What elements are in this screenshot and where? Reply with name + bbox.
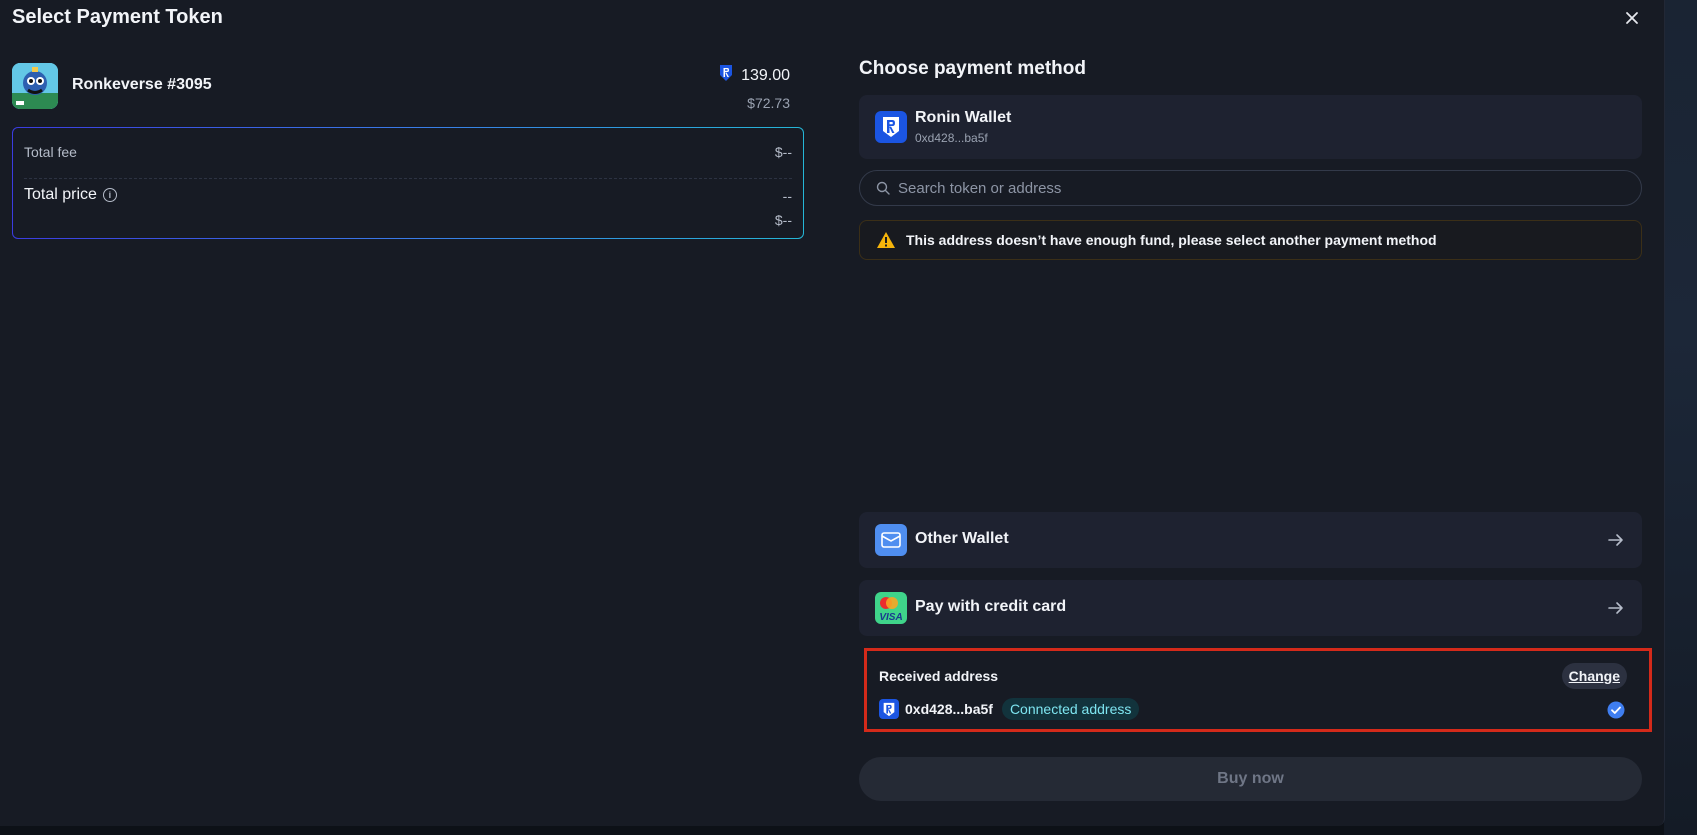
search-icon — [876, 181, 890, 195]
arrow-right-icon — [1606, 530, 1626, 550]
price-token-value: 139.00 — [741, 66, 790, 84]
total-price-value: -- — [782, 188, 792, 204]
item-name: Ronkeverse #3095 — [72, 76, 212, 93]
arrow-right-icon — [1606, 598, 1626, 618]
insufficient-fund-warning: This address doesn’t have enough fund, p… — [859, 220, 1642, 260]
received-address-section: Received address Change 0xd428...ba5f Co… — [864, 648, 1652, 732]
total-fee-row: Total fee $-- — [24, 128, 792, 179]
total-fee-label: Total fee — [24, 144, 77, 160]
received-address-row: 0xd428...ba5f Connected address — [879, 698, 1140, 720]
payment-method-heading: Choose payment method — [859, 58, 1086, 79]
warning-icon — [876, 231, 896, 249]
other-wallet-label: Other Wallet — [915, 530, 1009, 547]
item-summary: Ronkeverse #3095 139.00 $72.73 — [12, 62, 790, 111]
warning-text: This address doesn’t have enough fund, p… — [906, 232, 1437, 248]
ronin-wallet-option[interactable]: Ronin Wallet 0xd428...ba5f — [859, 95, 1642, 159]
info-icon[interactable]: i — [102, 188, 117, 202]
received-address-value: 0xd428...ba5f — [905, 701, 993, 717]
credit-card-option[interactable]: VISA Pay with credit card — [859, 580, 1642, 636]
wallet-name: Ronin Wallet — [915, 109, 1012, 126]
token-search[interactable] — [859, 170, 1642, 206]
check-circle-icon — [1607, 701, 1625, 719]
wallet-icon — [875, 524, 907, 556]
other-wallet-option[interactable]: Other Wallet — [859, 512, 1642, 568]
page-backdrop — [1664, 0, 1697, 835]
modal-title: Select Payment Token — [12, 6, 223, 28]
total-price-label-group: Total price i — [24, 186, 117, 204]
change-address-button[interactable]: Change — [1561, 663, 1627, 689]
search-input[interactable] — [896, 178, 1600, 198]
total-price-label: Total price — [24, 186, 97, 203]
price-usd-value: $72.73 — [747, 95, 790, 111]
payment-modal: Select Payment Token Ronkeverse #3095 13… — [0, 0, 1665, 826]
item-price: 139.00 $72.73 — [719, 64, 790, 111]
wallet-address: 0xd428...ba5f — [915, 131, 988, 145]
ronin-wallet-icon — [875, 111, 907, 143]
nft-thumbnail — [12, 63, 58, 109]
close-icon[interactable] — [1620, 6, 1644, 30]
svg-text:VISA: VISA — [879, 612, 902, 623]
credit-card-label: Pay with credit card — [915, 598, 1067, 615]
total-fee-value: $-- — [774, 144, 792, 160]
ronin-wallet-icon — [879, 699, 899, 719]
received-address-label: Received address — [879, 668, 999, 684]
fee-summary-box: Total fee $-- Total price i -- $-- — [12, 127, 804, 239]
credit-card-icon: VISA — [875, 592, 907, 624]
total-price-usd: $-- — [774, 212, 792, 228]
connected-address-badge: Connected address — [1001, 698, 1140, 720]
ronin-shield-icon — [719, 64, 733, 87]
buy-now-button[interactable]: Buy now — [859, 757, 1642, 801]
